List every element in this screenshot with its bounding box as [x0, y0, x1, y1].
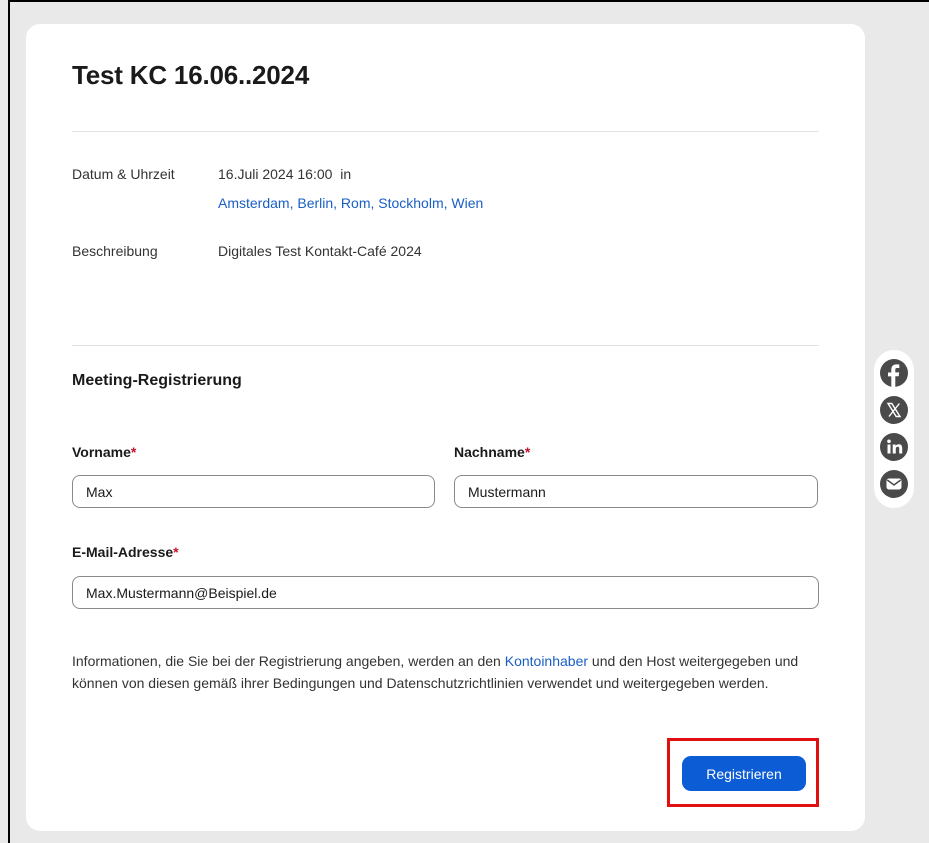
meeting-title: Test KC 16.06..2024	[72, 60, 310, 90]
facebook-icon[interactable]	[879, 358, 909, 388]
last-name-label-text: Nachname	[454, 444, 525, 460]
required-marker: *	[173, 544, 179, 560]
privacy-notice: Informationen, die Sie bei der Registrie…	[72, 650, 812, 694]
share-bar	[874, 350, 914, 508]
required-marker: *	[524, 444, 531, 460]
x-icon[interactable]	[879, 395, 909, 425]
email-label-text: E-Mail-Adresse	[72, 544, 174, 560]
required-marker: *	[130, 444, 137, 460]
description-label: Beschreibung	[72, 243, 158, 259]
linkedin-icon[interactable]	[879, 432, 909, 462]
email-icon[interactable]	[879, 469, 909, 499]
privacy-notice-text-1: Informationen, die Sie bei der Registrie…	[72, 653, 505, 669]
registration-card: Test KC 16.06..2024 Datum & Uhrzeit 16.J…	[26, 24, 865, 831]
email-label: E-Mail-Adresse*	[72, 544, 179, 560]
register-button[interactable]: Registrieren	[682, 756, 806, 791]
first-name-label: Vorname*	[72, 444, 136, 460]
window-border-top	[8, 0, 929, 2]
last-name-label: Nachname*	[454, 444, 530, 460]
title-divider	[72, 131, 819, 132]
section-divider	[72, 345, 819, 346]
first-name-label-text: Vorname	[72, 444, 131, 460]
account-owner-link[interactable]: Kontoinhaber	[505, 653, 588, 669]
window-border-left	[8, 0, 10, 843]
description-value: Digitales Test Kontakt-Café 2024	[218, 243, 422, 259]
first-name-input[interactable]	[72, 475, 435, 508]
timezones-link[interactable]: Amsterdam, Berlin, Rom, Stockholm, Wien	[218, 195, 483, 211]
datetime-value: 16.Juli 2024 16:00 in	[218, 166, 352, 182]
email-input[interactable]	[72, 576, 819, 609]
datetime-label: Datum & Uhrzeit	[72, 166, 175, 182]
last-name-input[interactable]	[454, 475, 818, 508]
registration-section-title: Meeting-Registrierung	[72, 372, 242, 389]
